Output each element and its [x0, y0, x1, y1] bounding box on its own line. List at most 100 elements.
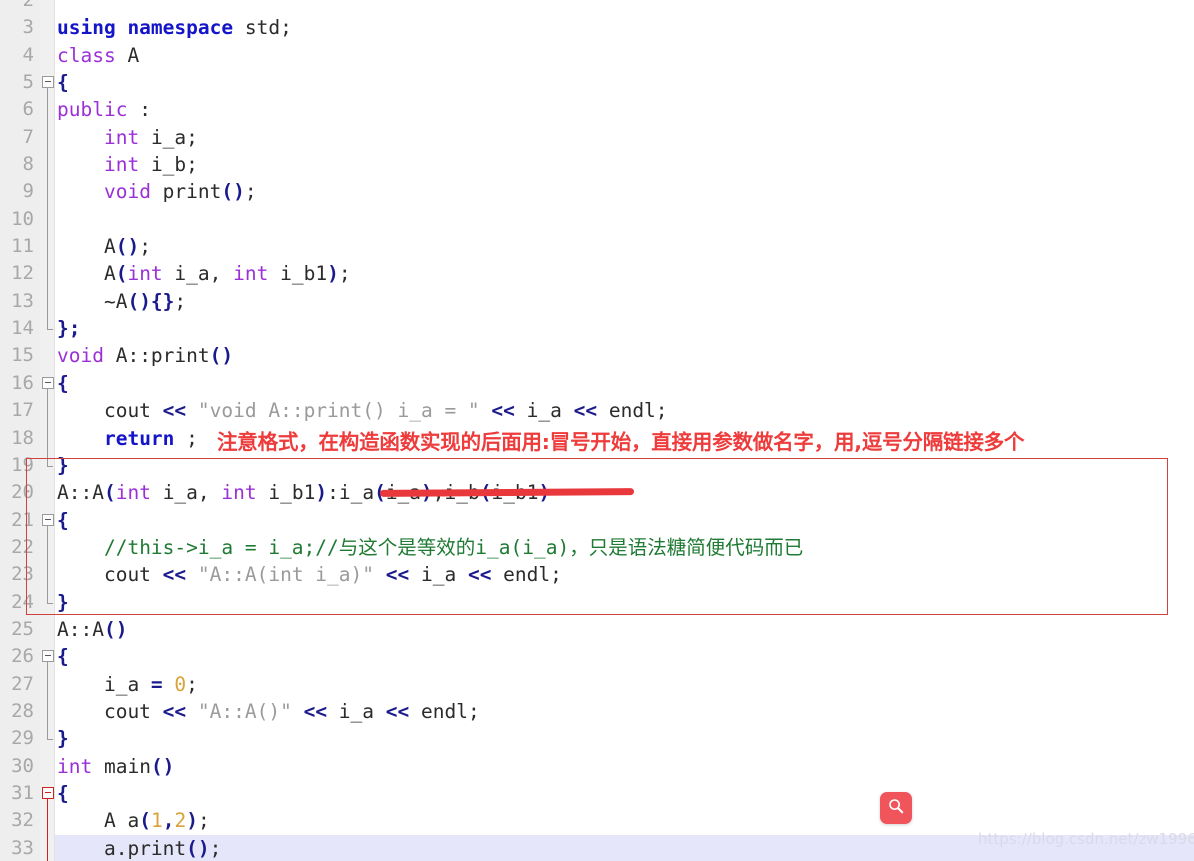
code-line[interactable]: 30 int main(): [0, 753, 1194, 780]
fold-collapse-icon[interactable]: [40, 507, 55, 535]
line-number: 6: [22, 98, 34, 121]
code-line-text: }: [57, 590, 69, 614]
line-number: 27: [11, 672, 34, 695]
code-line-text: A(int i_a, int i_b1);: [57, 262, 351, 286]
line-number: 15: [11, 344, 34, 367]
fold-collapse-icon[interactable]: [40, 370, 55, 398]
code-line[interactable]: 9 void print();: [0, 178, 1194, 206]
code-line-text: class A: [57, 43, 140, 67]
code-line[interactable]: 15 void A::print(): [0, 342, 1194, 369]
code-line[interactable]: 4 class A: [0, 42, 1194, 69]
fold-marker-cell: [40, 533, 55, 562]
code-line[interactable]: 16 {: [0, 370, 1194, 398]
code-line-text: {: [57, 71, 69, 95]
code-line[interactable]: 13 ~A(){};: [0, 287, 1194, 316]
code-line-text: {: [57, 781, 69, 805]
code-line[interactable]: 22 //this->i_a = i_a;//与这个是等效的i_a(i_a)，只…: [0, 533, 1194, 562]
code-line-text: }: [57, 453, 69, 477]
code-line-text: {: [57, 508, 69, 532]
line-number: 3: [22, 16, 34, 39]
line-number: 8: [22, 153, 34, 176]
code-line[interactable]: 21 {: [0, 507, 1194, 535]
code-line-text: int i_b;: [103, 153, 198, 177]
line-number: 19: [11, 453, 34, 476]
code-line-text: i_a = 0;: [57, 672, 198, 696]
line-number: 24: [11, 590, 34, 613]
code-line-text: //this->i_a = i_a;//与这个是等效的i_a(i_a)，只是语法…: [103, 535, 804, 559]
search-icon: [887, 797, 905, 819]
fold-marker-cell: [40, 697, 55, 726]
code-line[interactable]: 10: [0, 205, 1194, 234]
line-number: 25: [11, 617, 34, 640]
line-number: 11: [11, 235, 34, 258]
code-line-text: void A::print(): [57, 344, 234, 368]
code-line[interactable]: 24}: [0, 588, 1194, 616]
fold-marker-cell: [40, 588, 55, 616]
line-number: 14: [11, 317, 34, 340]
fold-marker-cell: [40, 670, 55, 698]
fold-marker-cell: [40, 42, 55, 69]
code-line[interactable]: 5{: [0, 69, 1194, 98]
fold-collapse-icon[interactable]: [40, 643, 55, 672]
code-line[interactable]: 19}: [0, 451, 1194, 479]
code-line[interactable]: 14};: [0, 315, 1194, 342]
line-number: 12: [11, 262, 34, 285]
code-line[interactable]: 23 cout << "A::A(int i_a)" << i_a << end…: [0, 561, 1194, 589]
code-line[interactable]: 7 int i_a;: [0, 123, 1194, 152]
line-number: 17: [11, 399, 34, 422]
code-line[interactable]: 25 A::A(): [0, 616, 1194, 643]
line-number: 16: [11, 371, 34, 394]
line-number: 30: [11, 754, 34, 777]
watermark: https://blog.csdn.net/zw1996: [978, 830, 1194, 848]
fold-marker-cell: [40, 479, 55, 506]
code-line[interactable]: 17 cout << "void A::print() i_a = " << i…: [0, 397, 1194, 425]
code-line[interactable]: 26 {: [0, 643, 1194, 672]
fold-marker-cell: [40, 807, 55, 835]
fold-marker-cell: [40, 753, 55, 780]
fold-collapse-icon[interactable]: [40, 69, 55, 98]
code-line[interactable]: 12 A(int i_a, int i_b1);: [0, 260, 1194, 288]
fold-marker-cell: [40, 725, 55, 752]
fold-marker-cell: [40, 342, 55, 369]
code-line[interactable]: 11 A();: [0, 233, 1194, 261]
code-line[interactable]: 29}: [0, 725, 1194, 752]
code-line-text: {: [57, 645, 69, 669]
code-line-text: {: [57, 371, 69, 395]
fold-marker-cell: [40, 14, 55, 41]
line-number: 18: [11, 426, 34, 449]
code-line[interactable]: 6 public :: [0, 96, 1194, 124]
code-line-text: using namespace std;: [57, 16, 292, 40]
line-number: 4: [22, 43, 34, 66]
line-number: 32: [11, 809, 34, 832]
annotation-note-text: 注意格式，在构造函数实现的后面用:冒号开始，直接用参数做名字，用,逗号分隔链接多…: [217, 430, 1025, 454]
code-line-text: A();: [57, 235, 151, 259]
line-number: 9: [22, 180, 34, 203]
fold-marker-cell: [40, 260, 55, 288]
code-line-text: A::A(): [57, 617, 128, 641]
line-number: 13: [11, 289, 34, 312]
code-line[interactable]: 8 int i_b;: [0, 151, 1194, 179]
fold-marker-cell: [40, 397, 55, 425]
code-line-text: cout << "A::A()" << i_a << endl;: [57, 699, 480, 723]
line-number: 5: [22, 71, 34, 94]
code-line-text: }: [57, 727, 69, 751]
line-number: 31: [11, 781, 34, 804]
code-line-text: public :: [57, 98, 151, 122]
fold-marker-cell: [40, 233, 55, 261]
fold-marker-cell: [40, 315, 55, 342]
code-line[interactable]: 3 using namespace std;: [0, 14, 1194, 41]
search-button[interactable]: [880, 792, 912, 824]
line-number: 26: [11, 645, 34, 668]
line-number: 2: [22, 0, 34, 11]
fold-marker-cell: [40, 287, 55, 316]
code-line[interactable]: 27 i_a = 0;: [0, 670, 1194, 698]
code-line[interactable]: 28 cout << "A::A()" << i_a << endl;: [0, 697, 1194, 726]
fold-collapse-icon[interactable]: [40, 780, 55, 808]
line-number: 10: [11, 207, 34, 230]
line-number: 21: [11, 508, 34, 531]
fold-marker-cell: [40, 96, 55, 124]
code-line-partial: 2: [0, 0, 1194, 14]
fold-marker-cell: [40, 178, 55, 206]
code-line-text: };: [57, 317, 81, 341]
code-line[interactable]: 31 {: [0, 780, 1194, 808]
